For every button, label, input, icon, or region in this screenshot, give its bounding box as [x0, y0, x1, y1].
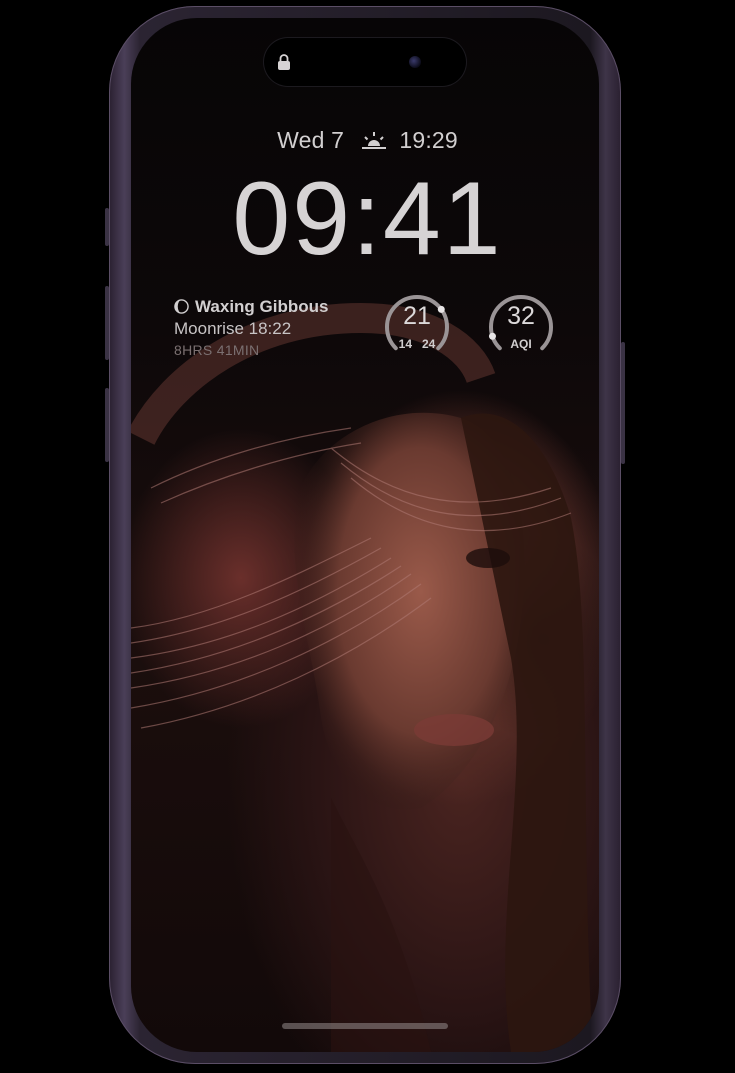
front-camera	[409, 56, 421, 68]
dynamic-island	[264, 38, 466, 86]
temperature-widget[interactable]: 21 14 24	[382, 292, 452, 362]
date-label: Wed 7	[277, 127, 345, 153]
sunset-icon	[361, 132, 386, 149]
moon-phase-label: Waxing Gibbous	[195, 297, 329, 316]
aqi-value: 32	[507, 302, 535, 330]
lock-screen-clock[interactable]: 09:41	[0, 160, 735, 279]
moon-duration: 8HRS 41MIN	[174, 342, 260, 358]
temperature-high: 24	[422, 337, 436, 351]
home-indicator[interactable]	[282, 1023, 448, 1029]
moonrise-label: Moonrise 18:22	[174, 319, 292, 338]
side-button[interactable]	[621, 342, 625, 464]
volume-up-button[interactable]	[105, 286, 109, 360]
date-row[interactable]: Wed 7 19:29	[0, 127, 735, 154]
temperature-value: 21	[403, 302, 431, 330]
temperature-low: 14	[398, 337, 412, 351]
volume-down-button[interactable]	[105, 388, 109, 462]
moon-widget[interactable]: Waxing Gibbous Moonrise 18:22 8HRS 41MIN	[174, 296, 328, 360]
moon-phase-icon	[174, 299, 189, 314]
lock-icon	[278, 54, 290, 70]
aqi-widget[interactable]: 32 AQI	[486, 292, 556, 362]
sunset-time: 19:29	[399, 127, 458, 153]
aqi-label: AQI	[510, 337, 532, 351]
